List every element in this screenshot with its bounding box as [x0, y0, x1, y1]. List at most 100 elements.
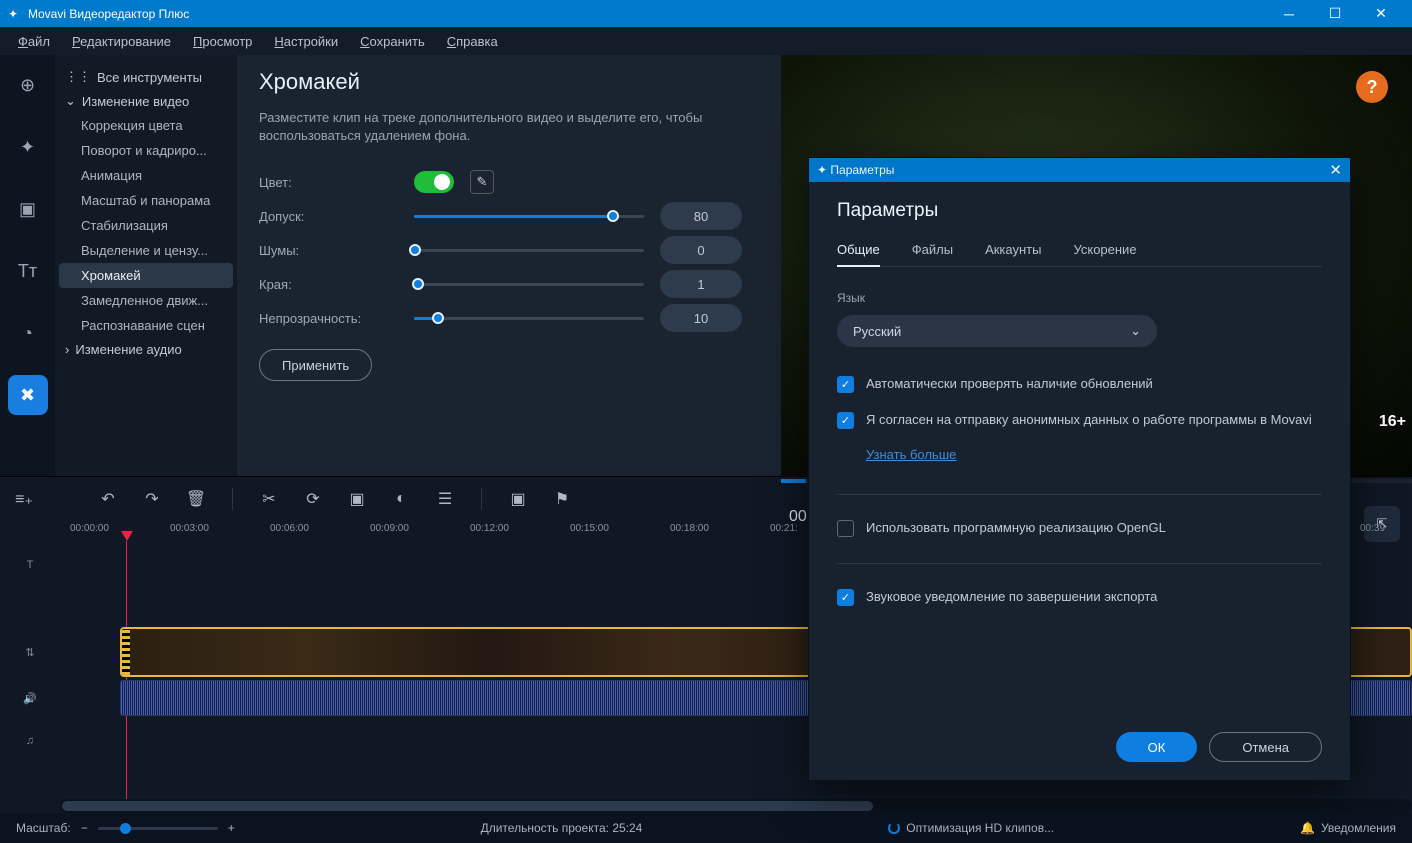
panel-heading: Хромакей — [259, 69, 759, 95]
timeline-scrollbar[interactable] — [60, 799, 1412, 813]
tolerance-value[interactable]: 80 — [660, 202, 742, 230]
tab-accounts[interactable]: Аккаунты — [985, 242, 1041, 266]
ok-button[interactable]: ОК — [1116, 732, 1198, 762]
minimize-button[interactable]: ─ — [1266, 0, 1312, 27]
menubar: Файл Редактирование Просмотр Настройки С… — [0, 27, 1412, 55]
tolerance-slider[interactable] — [414, 209, 644, 223]
add-media-icon[interactable]: ⊕ — [8, 65, 48, 105]
titles-icon[interactable]: Tᴛ — [8, 251, 48, 291]
optimize-text: Оптимизация HD клипов... — [906, 821, 1054, 835]
opacity-slider[interactable] — [414, 311, 644, 325]
checkbox-anon-data[interactable]: ✓ Я согласен на отправку анонимных данны… — [837, 411, 1322, 429]
tab-acceleration[interactable]: Ускорение — [1073, 242, 1136, 266]
zoom-in-icon[interactable]: + — [228, 821, 235, 835]
sidebar-item-highlight[interactable]: Выделение и цензу... — [59, 238, 233, 263]
opacity-label: Непрозрачность: — [259, 311, 414, 326]
add-track-icon[interactable]: ≡₊ — [12, 487, 36, 511]
maximize-button[interactable]: ☐ — [1312, 0, 1358, 27]
edges-slider[interactable] — [414, 277, 644, 291]
group-all-tools[interactable]: ⋮⋮Все инструменты — [59, 65, 233, 89]
titlebar: ✦ Movavi Видеоредактор Плюс ─ ☐ ✕ — [0, 0, 1412, 27]
speaker-icon: 🔊 — [23, 692, 37, 705]
sidebar-item-animation[interactable]: Анимация — [59, 163, 233, 188]
zoom-out-icon[interactable]: − — [81, 821, 88, 835]
edges-value[interactable]: 1 — [660, 270, 742, 298]
language-value: Русский — [853, 324, 901, 339]
checkbox-opengl[interactable]: Использовать программную реализацию Open… — [837, 519, 1322, 537]
menu-edit[interactable]: Редактирование — [72, 34, 171, 49]
rotate-icon[interactable]: ⟳ — [301, 487, 325, 511]
delete-icon[interactable]: 🗑 — [184, 487, 208, 511]
link-icon: ⇅ — [25, 646, 34, 659]
more-tools-icon[interactable]: ✖ — [8, 375, 48, 415]
opacity-value[interactable]: 10 — [660, 304, 742, 332]
music-icon: ♫ — [26, 735, 34, 747]
noise-slider[interactable] — [414, 243, 644, 257]
record-icon[interactable]: ▣ — [506, 487, 530, 511]
notifications-label[interactable]: Уведомления — [1321, 821, 1396, 835]
tab-files[interactable]: Файлы — [912, 242, 953, 266]
stickers-icon[interactable]: ◔ — [8, 313, 48, 353]
language-select[interactable]: Русский ⌄ — [837, 315, 1157, 347]
redo-icon[interactable]: ↷ — [140, 487, 164, 511]
marker-icon[interactable]: ⚑ — [550, 487, 574, 511]
menu-help[interactable]: Справка — [447, 34, 498, 49]
dialog-title: Параметры — [830, 163, 894, 177]
help-button[interactable]: ? — [1356, 71, 1388, 103]
clip-props-icon[interactable]: ☰ — [433, 487, 457, 511]
divider — [837, 563, 1322, 564]
chromakey-panel: Хромакей Разместите клип на треке дополн… — [237, 55, 781, 476]
checkbox-updates[interactable]: ✓ Автоматически проверять наличие обновл… — [837, 375, 1322, 393]
cancel-button[interactable]: Отмена — [1209, 732, 1322, 762]
side-panel: ⋮⋮Все инструменты ⌄Изменение видео Корре… — [55, 55, 237, 476]
text-track-icon: T — [27, 559, 34, 571]
sidebar-item-stabilize[interactable]: Стабилизация — [59, 213, 233, 238]
dialog-tabs: Общие Файлы Аккаунты Ускорение — [837, 242, 1322, 267]
panel-description: Разместите клип на треке дополнительного… — [259, 109, 759, 145]
status-bar: Масштаб: − + Длительность проекта: 25:24… — [0, 813, 1412, 843]
close-button[interactable]: ✕ — [1358, 0, 1404, 27]
color-label: Цвет: — [259, 175, 414, 190]
sidebar-item-slowmo[interactable]: Замедленное движ... — [59, 288, 233, 313]
undo-icon[interactable]: ↶ — [96, 487, 120, 511]
effects-icon[interactable]: ✦ — [8, 127, 48, 167]
dialog-heading: Параметры — [837, 200, 1322, 222]
edges-label: Края: — [259, 277, 414, 292]
transitions-icon[interactable]: ▣ — [8, 189, 48, 229]
divider — [837, 494, 1322, 495]
crop-icon[interactable]: ▣ — [345, 487, 369, 511]
color-toggle[interactable] — [414, 171, 454, 193]
sidebar-item-chromakey[interactable]: Хромакей — [59, 263, 233, 288]
dialog-close-icon[interactable]: ✕ — [1329, 161, 1342, 179]
menu-save[interactable]: Сохранить — [360, 34, 425, 49]
zoom-slider[interactable] — [98, 827, 218, 830]
color-adjust-icon[interactable]: ◐ — [389, 487, 413, 511]
duration-value: 25:24 — [612, 821, 642, 835]
dialog-icon: ✦ — [817, 163, 827, 177]
app-icon: ✦ — [8, 7, 22, 21]
sidebar-item-zoom[interactable]: Масштаб и панорама — [59, 188, 233, 213]
tool-rail: ⊕ ✦ ▣ Tᴛ ◔ ✖ — [0, 55, 55, 476]
zoom-label: Масштаб: — [16, 821, 71, 835]
sidebar-item-scenes[interactable]: Распознавание сцен — [59, 313, 233, 338]
apply-button[interactable]: Применить — [259, 349, 372, 381]
dialog-titlebar: ✦ Параметры ✕ — [809, 158, 1350, 182]
eyedropper-icon[interactable]: ✎ — [470, 170, 494, 194]
learn-more-link[interactable]: Узнать больше — [866, 447, 1322, 462]
checkbox-sound-notify[interactable]: ✓ Звуковое уведомление по завершении экс… — [837, 588, 1322, 606]
app-title: Movavi Видеоредактор Плюс — [28, 7, 1266, 21]
group-audio-edit[interactable]: ›Изменение аудио — [59, 338, 233, 361]
chevron-down-icon: ⌄ — [1130, 323, 1141, 339]
language-label: Язык — [837, 291, 1322, 305]
sidebar-item-color[interactable]: Коррекция цвета — [59, 113, 233, 138]
menu-view[interactable]: Просмотр — [193, 34, 252, 49]
cut-icon[interactable]: ✂ — [257, 487, 281, 511]
menu-file[interactable]: Файл — [18, 34, 50, 49]
age-badge: 16+ — [1379, 413, 1406, 431]
tab-general[interactable]: Общие — [837, 242, 880, 267]
sidebar-item-crop[interactable]: Поворот и кадриро... — [59, 138, 233, 163]
group-video-edit[interactable]: ⌄Изменение видео — [59, 89, 233, 113]
menu-settings[interactable]: Настройки — [274, 34, 338, 49]
bell-icon[interactable]: 🔔 — [1300, 821, 1315, 835]
noise-value[interactable]: 0 — [660, 236, 742, 264]
